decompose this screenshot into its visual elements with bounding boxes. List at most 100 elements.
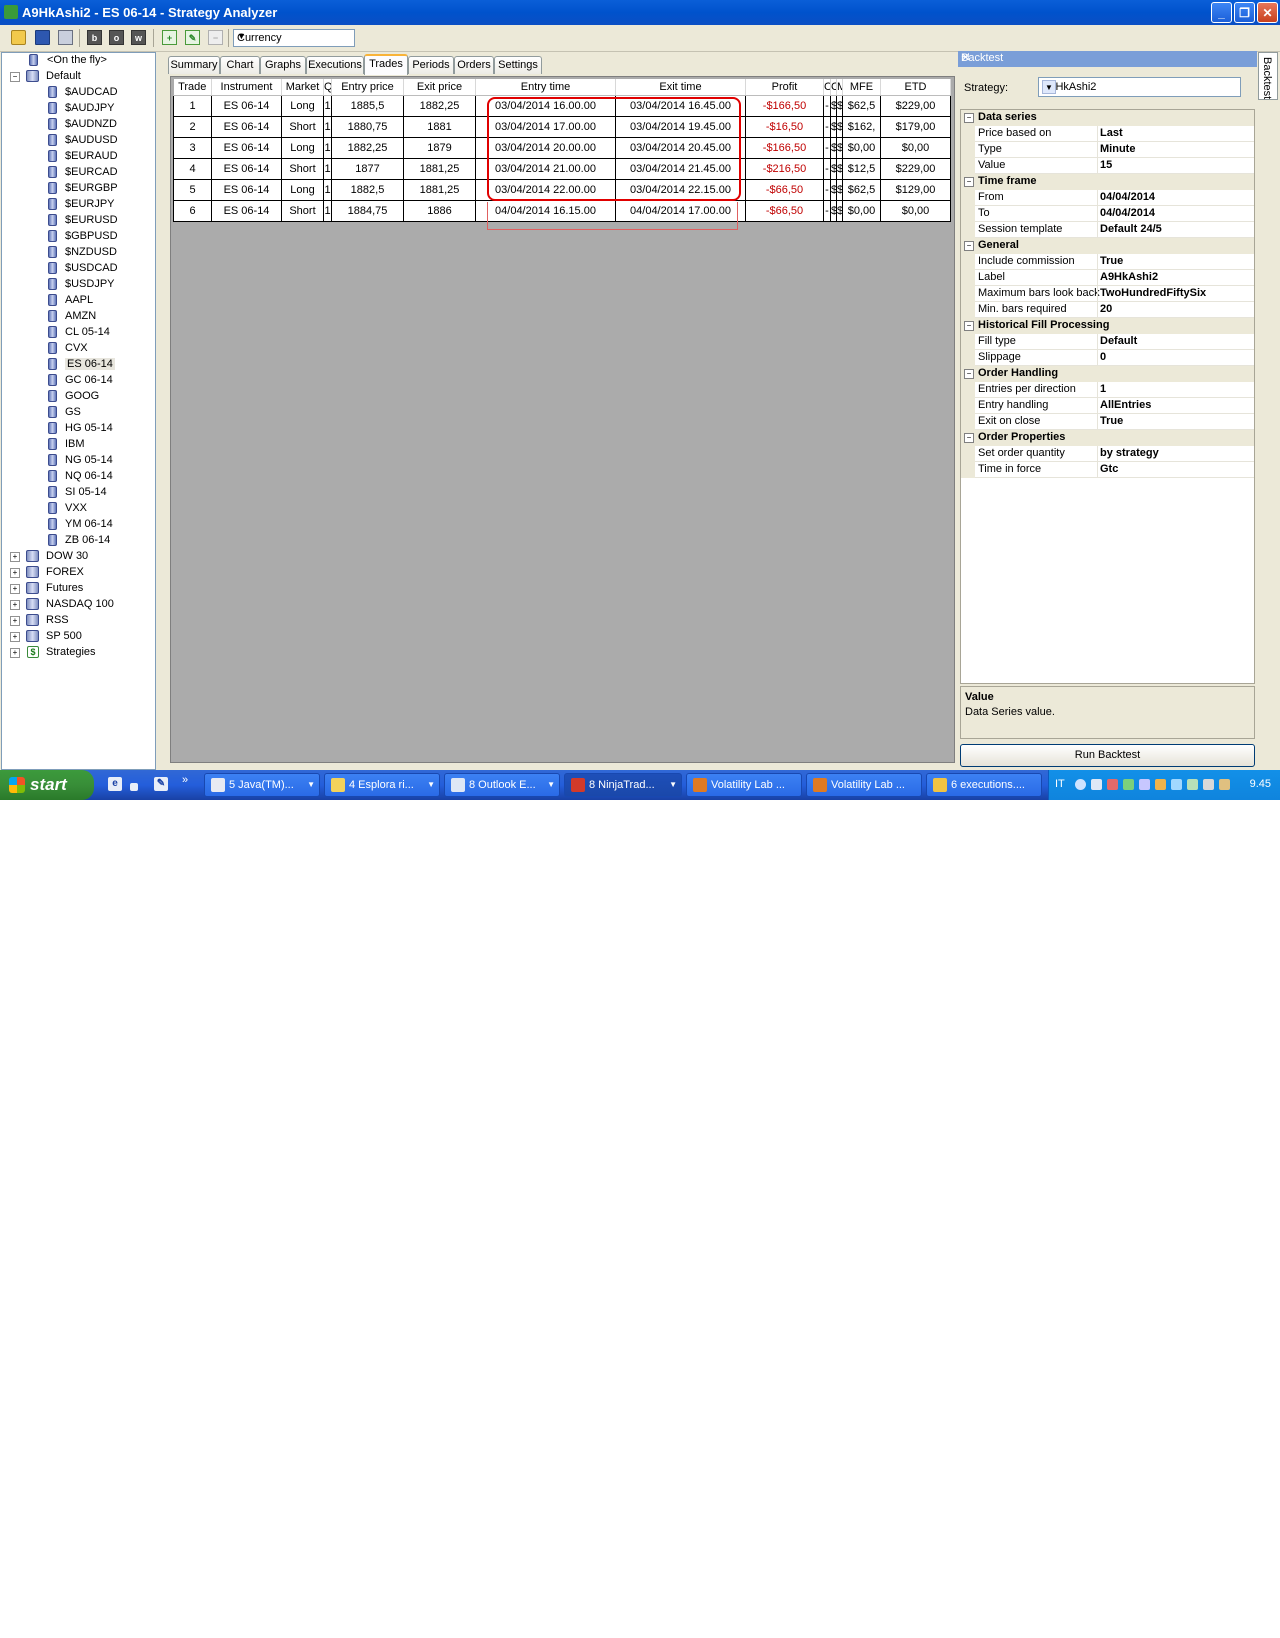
display-unit-select[interactable]: Currency ▼ <box>233 29 355 47</box>
quicklaunch-more[interactable]: » <box>182 774 188 786</box>
close-button[interactable]: ✕ <box>1257 2 1278 23</box>
property-value[interactable]: TwoHundredFiftySix <box>1100 287 1206 299</box>
close-icon[interactable]: ✕ <box>961 51 1253 64</box>
tab-trades[interactable]: Trades <box>364 54 408 75</box>
app-tray-icon[interactable] <box>1171 779 1182 790</box>
ie-icon[interactable]: e <box>108 777 122 791</box>
column-header[interactable]: Profit <box>745 79 824 96</box>
expand-icon[interactable]: + <box>10 600 20 610</box>
run-backtest-button[interactable]: Run Backtest <box>960 744 1255 767</box>
column-header[interactable]: Exit time <box>615 79 746 96</box>
property-value[interactable]: Last <box>1100 127 1123 139</box>
property-value[interactable]: Minute <box>1100 143 1135 155</box>
property-row[interactable]: Include commission True <box>961 254 1254 270</box>
clock[interactable]: 9.45 <box>1250 778 1271 790</box>
column-header[interactable]: MFE <box>842 79 881 96</box>
expand-icon[interactable]: + <box>10 584 20 594</box>
property-row[interactable]: Min. bars required 20 <box>961 302 1254 318</box>
backtest-side-tab[interactable]: Backtest <box>1258 52 1278 100</box>
collapse-icon[interactable]: − <box>964 433 974 443</box>
property-value[interactable]: True <box>1100 415 1123 427</box>
property-category[interactable]: − Order Handling <box>961 366 1254 382</box>
column-header[interactable]: Q <box>323 79 332 96</box>
column-header[interactable]: C <box>823 79 831 96</box>
tab-orders[interactable]: Orders <box>454 56 494 74</box>
tab-chart[interactable]: Chart <box>220 56 260 74</box>
property-value[interactable]: 1 <box>1100 383 1106 395</box>
property-value[interactable]: True <box>1100 255 1123 267</box>
property-row[interactable]: Set order quantity by strategy <box>961 446 1254 462</box>
expand-icon[interactable]: + <box>10 648 20 658</box>
property-value[interactable]: by strategy <box>1100 447 1159 459</box>
column-header[interactable]: Market <box>281 79 324 96</box>
tab-executions[interactable]: Executions <box>306 56 364 74</box>
back-arrow-icon[interactable] <box>1075 779 1086 790</box>
notepad-icon[interactable]: ✎ <box>154 777 168 791</box>
taskbar-button[interactable]: 8 Outlook E... ▼ <box>444 773 560 797</box>
tab-periods[interactable]: Periods <box>408 56 454 74</box>
app-tray-icon[interactable] <box>1219 779 1230 790</box>
property-grid[interactable]: − Data series Price based on Last Type Minute… <box>960 109 1255 684</box>
expand-icon[interactable]: + <box>10 552 20 562</box>
property-value[interactable]: Gtc <box>1100 463 1118 475</box>
property-row[interactable]: From 04/04/2014 <box>961 190 1254 206</box>
property-row[interactable]: Entries per direction 1 <box>961 382 1254 398</box>
taskbar-button[interactable]: Volatility Lab ... <box>806 773 922 797</box>
column-header[interactable]: Instrument <box>211 79 282 96</box>
property-category[interactable]: − Time frame <box>961 174 1254 190</box>
column-header[interactable]: Entry price <box>331 79 404 96</box>
property-row[interactable]: Time in force Gtc <box>961 462 1254 478</box>
collapse-icon[interactable]: − <box>10 72 20 82</box>
property-value[interactable]: 20 <box>1100 303 1112 315</box>
taskbar-button[interactable]: 8 NinjaTrad... ▼ <box>564 773 682 797</box>
property-value[interactable]: Default <box>1100 335 1137 347</box>
collapse-icon[interactable]: − <box>964 321 974 331</box>
property-value[interactable]: Default 24/5 <box>1100 223 1162 235</box>
property-value[interactable]: 0 <box>1100 351 1106 363</box>
property-row[interactable]: Fill type Default <box>961 334 1254 350</box>
collapse-icon[interactable]: − <box>964 113 974 123</box>
property-category[interactable]: − Historical Fill Processing <box>961 318 1254 334</box>
column-header[interactable]: Trade <box>173 79 212 96</box>
start-button[interactable]: start <box>0 770 94 800</box>
tab-summary[interactable]: Summary <box>168 56 220 74</box>
desktop-icon[interactable] <box>130 783 138 791</box>
property-value[interactable]: 04/04/2014 <box>1100 191 1155 203</box>
property-row[interactable]: Slippage 0 <box>961 350 1254 366</box>
app-tray-icon[interactable] <box>1123 779 1134 790</box>
taskbar-button[interactable]: 4 Esplora ri... ▼ <box>324 773 440 797</box>
property-row[interactable]: Session template Default 24/5 <box>961 222 1254 238</box>
security-icon[interactable] <box>1107 779 1118 790</box>
property-value[interactable]: 04/04/2014 <box>1100 207 1155 219</box>
strategy-select[interactable]: A9HkAshi2 ▼ <box>1038 77 1241 97</box>
column-header[interactable]: ETD <box>880 79 951 96</box>
property-category[interactable]: − Order Properties <box>961 430 1254 446</box>
app-tray-icon[interactable] <box>1187 779 1198 790</box>
add-icon[interactable]: + <box>162 30 177 45</box>
collapse-icon[interactable]: − <box>964 177 974 187</box>
collapse-icon[interactable]: − <box>964 369 974 379</box>
taskbar-button[interactable]: 5 Java(TM)... ▼ <box>204 773 320 797</box>
property-category[interactable]: − General <box>961 238 1254 254</box>
app-tray-icon[interactable] <box>1155 779 1166 790</box>
expand-icon[interactable]: + <box>10 616 20 626</box>
language-indicator[interactable]: IT <box>1055 778 1065 790</box>
remove-icon[interactable]: − <box>208 30 223 45</box>
property-row[interactable]: Maximum bars look back TwoHundredFiftySix <box>961 286 1254 302</box>
app-tray-icon[interactable] <box>1139 779 1150 790</box>
print-icon[interactable] <box>58 30 73 45</box>
expand-icon[interactable]: + <box>10 568 20 578</box>
property-value[interactable]: AllEntries <box>1100 399 1151 411</box>
edit-icon[interactable]: ✎ <box>185 30 200 45</box>
property-row[interactable]: Label A9HkAshi2 <box>961 270 1254 286</box>
property-row[interactable]: Entry handling AllEntries <box>961 398 1254 414</box>
taskbar-button[interactable]: 6 executions.... <box>926 773 1042 797</box>
column-header[interactable]: Exit price <box>403 79 476 96</box>
property-row[interactable]: To 04/04/2014 <box>961 206 1254 222</box>
tab-settings[interactable]: Settings <box>494 56 542 74</box>
save-icon[interactable] <box>35 30 50 45</box>
open-folder-icon[interactable] <box>11 30 26 45</box>
property-value[interactable]: 15 <box>1100 159 1112 171</box>
volume-icon[interactable] <box>1203 779 1214 790</box>
expand-icon[interactable]: + <box>10 632 20 642</box>
